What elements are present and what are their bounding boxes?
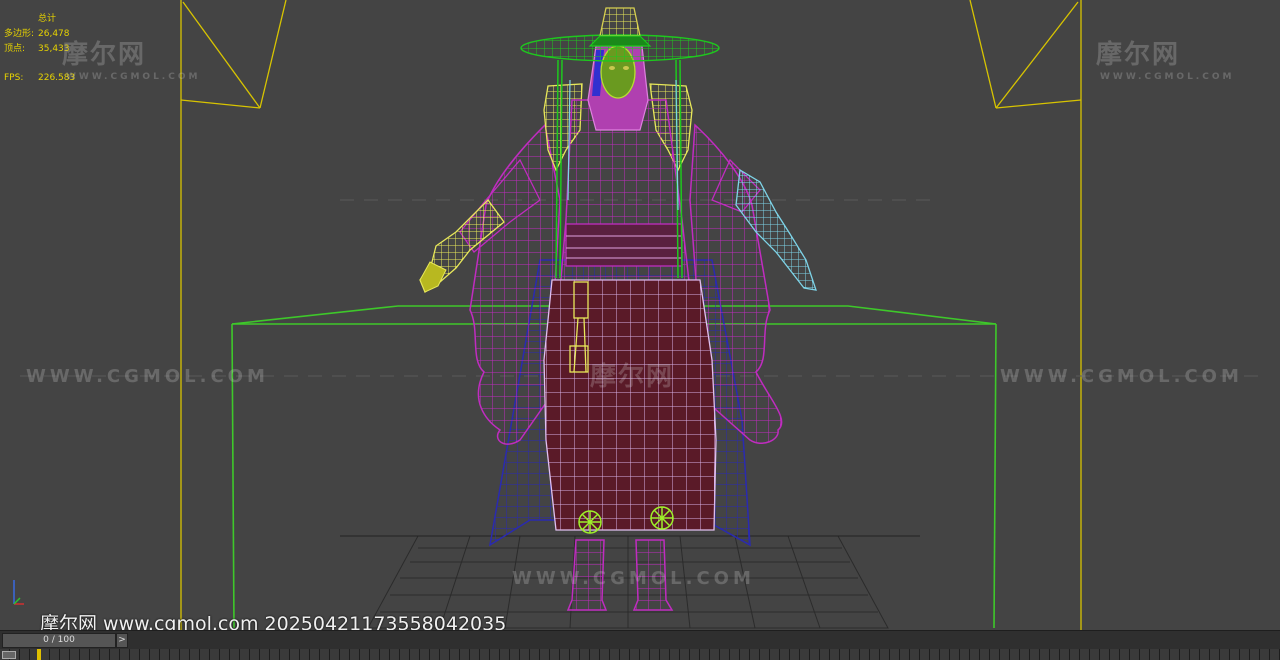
stats-fps: FPS: 226.583	[4, 71, 75, 86]
hat-crown	[599, 7, 641, 37]
watermark-logo-url: WWW.CGMOL.COM	[1100, 72, 1235, 82]
key-filter-icon[interactable]	[2, 651, 16, 659]
stats-header: 总计	[38, 14, 57, 24]
time-slider[interactable]: 0 / 100	[2, 633, 116, 648]
watermark-url: WWW.CGMOL.COM	[1000, 366, 1243, 387]
scene-wireframe	[20, 0, 1260, 630]
polygons-label: 多边形:	[4, 29, 35, 39]
axis-tripod-icon	[13, 580, 24, 605]
next-frame-button[interactable]: >	[116, 633, 128, 648]
watermark-logo-url: WWW.CGMOL.COM	[66, 72, 201, 82]
credit-watermark: 摩尔网 www.cgmol.com 20250421173558042035	[40, 613, 507, 630]
watermark-url: WWW.CGMOL.COM	[26, 366, 269, 387]
playhead[interactable]	[37, 649, 41, 660]
fps-label: FPS:	[4, 73, 24, 83]
track-bar[interactable]	[0, 649, 1280, 660]
watermark-logo: 摩尔网	[1096, 40, 1181, 70]
belt	[565, 223, 683, 267]
perspective-viewport[interactable]: 总计 多边形: 26,478 顶点: 35,433 FPS: 226.583 摩…	[0, 0, 1280, 630]
timeline-bar: 0 / 100 >	[0, 630, 1280, 660]
watermark-logo: 摩尔网	[590, 362, 675, 392]
vertices-label: 顶点:	[4, 44, 26, 54]
watermark-logo: 摩尔网	[62, 40, 147, 70]
watermark-url: WWW.CGMOL.COM	[512, 568, 755, 589]
